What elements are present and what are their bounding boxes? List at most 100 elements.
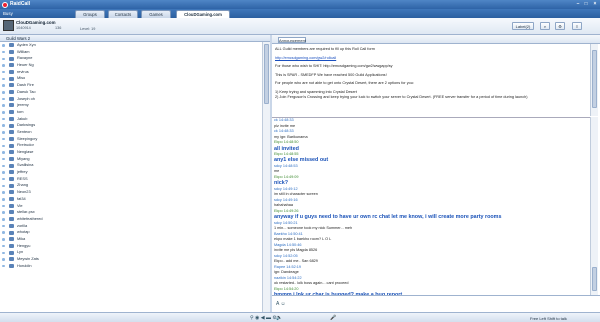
list-item[interactable]: Joseph oh <box>0 96 270 103</box>
status-dot-icon <box>2 238 5 241</box>
list-item[interactable]: Zhang <box>0 182 270 189</box>
list-item[interactable]: Horuldin <box>0 263 270 270</box>
status-dot-icon <box>2 77 5 81</box>
list-item[interactable]: Ravayne <box>0 55 270 62</box>
user-icon <box>9 163 14 168</box>
user-icon <box>9 56 14 61</box>
list-item[interactable]: tom <box>0 109 270 116</box>
member-name: Mika <box>17 235 26 241</box>
list-item[interactable]: jeffrey <box>0 169 270 176</box>
list-item[interactable]: Miyang <box>0 156 270 163</box>
list-item[interactable]: Dash Fire <box>0 82 270 89</box>
list-item[interactable]: Daeuk Tao <box>0 89 270 96</box>
member-name: William <box>17 48 30 54</box>
member-name: Dash Fire <box>17 82 34 88</box>
list-item[interactable]: Hengyu <box>0 243 270 250</box>
message-input[interactable]: A ☺ <box>272 295 600 312</box>
user-icon <box>9 230 14 235</box>
list-item[interactable]: Miso <box>0 75 270 82</box>
scrollbar-thumb[interactable] <box>264 44 269 104</box>
user-icon <box>9 150 14 155</box>
member-list-scrollbar[interactable] <box>262 42 270 312</box>
tab-cloudgaming[interactable]: ClouDGaming.com <box>176 10 230 18</box>
scrollbar-thumb[interactable] <box>592 267 597 291</box>
channel-name: Guild Wars 2 <box>6 36 31 41</box>
status-dot-icon <box>2 131 5 134</box>
user-icon <box>9 197 14 202</box>
list-item[interactable]: Ayden Xyn <box>0 42 270 49</box>
user-icon <box>9 96 14 101</box>
channel-header[interactable]: Guild Wars 2 <box>0 35 270 42</box>
list-item[interactable]: Sleepingcry <box>0 136 270 143</box>
announcement-scrollbar[interactable] <box>590 44 598 116</box>
settings-button[interactable]: ⚙ <box>555 22 565 30</box>
list-item[interactable]: Senteon <box>0 129 270 136</box>
font-format-icon[interactable]: A ☺ <box>276 301 286 307</box>
status-dot-icon <box>2 258 5 261</box>
user-icon <box>9 130 14 135</box>
list-item[interactable]: Neon23 <box>0 189 270 196</box>
user-icon <box>9 83 14 88</box>
list-item[interactable]: stellar-psx <box>0 209 270 216</box>
search-button[interactable]: ⌕ <box>540 22 550 30</box>
list-item[interactable]: jeremy <box>0 102 270 109</box>
user-icon <box>9 190 14 195</box>
rollcall-link[interactable]: http://emcsdgaming.com/gw2/rollcall <box>275 56 590 62</box>
maximize-icon[interactable]: □ <box>582 1 590 7</box>
label-dropdown[interactable]: Label(2) <box>512 22 534 30</box>
tab-contacts[interactable]: Contacts <box>108 10 138 18</box>
status-dot-icon <box>2 218 5 221</box>
list-item[interactable]: Nenglase <box>0 149 270 156</box>
member-name: stellar-psx <box>17 209 35 215</box>
list-item[interactable]: Vie <box>0 203 270 210</box>
user-icon <box>9 136 14 141</box>
list-item[interactable]: Jakub <box>0 116 270 123</box>
user-icon <box>9 143 14 148</box>
list-item[interactable]: whotap <box>0 229 270 236</box>
list-item[interactable]: revirus <box>0 69 270 76</box>
status-dot-icon <box>2 251 5 254</box>
list-item[interactable]: Mika <box>0 236 270 243</box>
gear-icon: ⚙ <box>558 24 562 29</box>
list-item[interactable]: zorilla <box>0 223 270 230</box>
user-icon <box>9 103 14 108</box>
voice-controls-icon[interactable]: ⚲ ◉ ◀ ▬ ⚙ <box>250 315 277 321</box>
microphone-icon[interactable]: 🎤 <box>330 315 336 321</box>
list-item[interactable]: RESS <box>0 176 270 183</box>
menu-button[interactable]: ≡ <box>572 22 582 30</box>
scrollbar-thumb[interactable] <box>592 50 597 108</box>
list-item[interactable]: Darkwings <box>0 122 270 129</box>
tab-games[interactable]: Games <box>141 10 171 18</box>
list-item[interactable]: Meywin Zats <box>0 256 270 263</box>
member-name: Senteon <box>17 128 32 134</box>
announcement-line: ALL Guild members are required to fill u… <box>275 47 375 51</box>
list-item[interactable]: Lyn <box>0 249 270 256</box>
member-name: Jakub <box>17 115 28 121</box>
list-item[interactable]: William <box>0 49 270 56</box>
tab-groups[interactable]: Groups <box>75 10 105 18</box>
talk-mode-label[interactable]: Free Left Shift to talk <box>530 316 567 321</box>
close-icon[interactable]: × <box>591 1 599 7</box>
member-name: jeremy <box>17 102 29 108</box>
avatar <box>3 20 14 31</box>
list-item[interactable]: Heuer Ng <box>0 62 270 69</box>
member-name: Sleepingcry <box>17 135 38 141</box>
status-dot-icon <box>2 204 5 208</box>
chat-log: ck 14:48:33 plz invite me ck 14:48:33 my ig… <box>272 117 590 295</box>
list-item[interactable]: Firetrudor <box>0 142 270 149</box>
member-name: Ravayne <box>17 55 33 61</box>
group-toolbar: ClouDGaming.com 1040914 136 Level: 19 La… <box>0 18 600 35</box>
list-item[interactable]: Svallisina <box>0 162 270 169</box>
chat-scrollbar[interactable] <box>590 117 598 295</box>
list-item[interactable]: whitefeathered <box>0 216 270 223</box>
minimize-icon[interactable]: – <box>574 1 582 7</box>
user-icon <box>9 243 14 248</box>
tab-announcement[interactable]: Announcement <box>278 36 306 43</box>
list-item[interactable]: fat34 <box>0 196 270 203</box>
status-dot-icon <box>2 104 5 107</box>
status-label[interactable]: Busy <box>3 11 13 16</box>
announcement-bar: Announcement <box>272 35 600 44</box>
member-name: Neon23 <box>17 189 31 195</box>
speaker-icon[interactable]: 🔈 <box>276 315 282 321</box>
member-name: Miyang <box>17 155 30 161</box>
